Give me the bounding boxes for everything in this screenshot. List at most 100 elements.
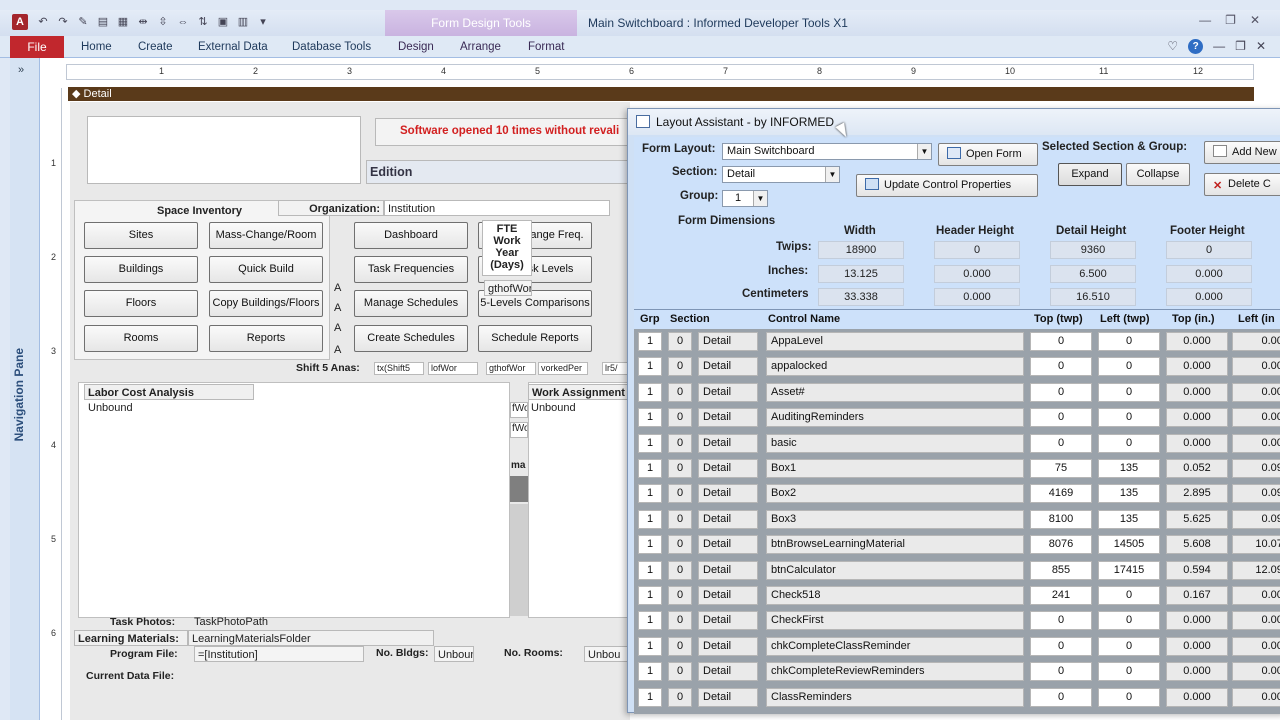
notice-label[interactable]: Software opened 10 times without revali	[375, 118, 630, 146]
labor-cost-label[interactable]: Labor Cost Analysis	[84, 384, 254, 400]
row-grp-field[interactable]: 1	[638, 433, 662, 453]
access-app-icon[interactable]: A	[12, 14, 28, 30]
row-top-twips-field[interactable]: 0	[1030, 408, 1092, 428]
shift-field[interactable]: lr5/	[602, 362, 630, 375]
row-left-twips-field[interactable]: 0	[1098, 408, 1160, 428]
floors-button[interactable]: Floors	[84, 290, 198, 317]
row-left-twips-field[interactable]: 135	[1098, 484, 1160, 504]
labor-cost-value[interactable]: Unbound	[88, 402, 133, 414]
work-assignment-label[interactable]: Work Assignment	[528, 384, 630, 400]
row-left-twips-field[interactable]: 0	[1098, 586, 1160, 605]
tab-database-tools[interactable]: Database Tools	[292, 36, 371, 58]
grid-row[interactable]: 10DetailCheckFirst000.0000.000	[634, 608, 1280, 633]
sites-button[interactable]: Sites	[84, 222, 198, 249]
minimize-ribbon-icon[interactable]: ♡	[1167, 39, 1178, 54]
group-combo[interactable]: 1 ▼	[722, 190, 768, 207]
form-icon[interactable]: ▤	[96, 15, 110, 29]
grid-row[interactable]: 10DetailClassReminders000.0000.000	[634, 685, 1280, 710]
redo-icon[interactable]: ↷	[56, 15, 70, 29]
update-control-properties-button[interactable]: Update Control Properties	[856, 174, 1038, 197]
customize-qat-icon[interactable]: ▾	[256, 15, 270, 29]
layout-icon[interactable]: ▣	[216, 15, 230, 29]
report-icon[interactable]: ▥	[236, 15, 250, 29]
row-left-twips-field[interactable]: 0	[1098, 687, 1160, 707]
datasheet-icon[interactable]: ▦	[116, 15, 130, 29]
row-grp-field[interactable]: 1	[638, 332, 662, 351]
delete-button[interactable]: ✕ Delete C	[1204, 173, 1280, 196]
buildings-button[interactable]: Buildings	[84, 256, 198, 283]
row-grp-field[interactable]: 1	[638, 611, 662, 631]
schedule-reports-button[interactable]: Schedule Reports	[478, 325, 592, 352]
side-tag[interactable]: fWo	[510, 422, 528, 438]
row-left-twips-field[interactable]: 135	[1098, 509, 1160, 529]
format-painter-icon[interactable]: ✎	[76, 15, 90, 29]
row-grp-field[interactable]: 1	[638, 484, 662, 504]
create-schedules-button[interactable]: Create Schedules	[354, 325, 468, 352]
row-grp-field[interactable]: 1	[638, 560, 662, 580]
organization-label[interactable]: Organization:	[278, 200, 384, 216]
organization-field[interactable]: Institution	[384, 200, 610, 216]
chevron-down-icon[interactable]: ▼	[753, 191, 767, 206]
row-top-twips-field[interactable]: 4169	[1030, 484, 1092, 504]
task-photos-field[interactable]: TaskPhotoPath	[194, 616, 268, 628]
row-grp-field[interactable]: 1	[638, 382, 662, 402]
shift-field[interactable]: tx(Shift5	[374, 362, 424, 375]
learning-materials-field[interactable]: LearningMaterialsFolder	[188, 630, 434, 646]
grid-row[interactable]: 1 0 Detail chkCompleteClassReminder 0 0 0.000 0…	[634, 634, 1280, 659]
row-left-twips-field[interactable]: 0	[1098, 611, 1160, 631]
row-left-twips-field[interactable]: 0	[1098, 636, 1160, 656]
undo-icon[interactable]: ↶	[36, 15, 50, 29]
row-top-twips-field[interactable]: 0	[1030, 662, 1092, 682]
row-top-twips-field[interactable]: 0	[1030, 382, 1092, 402]
row-grp-field[interactable]: 1	[638, 687, 662, 707]
row-top-twips-field[interactable]: 0	[1030, 433, 1092, 453]
grid-row[interactable]: 1 0 Detail btnBrowseLearningMaterial 8076 145…	[634, 532, 1280, 557]
row-grp-field[interactable]: 1	[638, 509, 662, 529]
chevron-down-icon[interactable]: ▼	[917, 144, 931, 159]
no-bldgs-label[interactable]: No. Bldgs:	[376, 647, 429, 659]
no-rooms-label[interactable]: No. Rooms:	[504, 647, 563, 659]
tab-home[interactable]: Home	[81, 36, 112, 58]
navigation-pane-label[interactable]: Navigation Pane	[12, 348, 26, 441]
program-file-label[interactable]: Program File:	[110, 648, 178, 660]
mass-change-room-button[interactable]: Mass-Change/Room	[209, 222, 323, 249]
quick-build-button[interactable]: Quick Build	[209, 256, 323, 283]
grid-row[interactable]: 10 Detail Box1 75 135 0.0520.094	[634, 456, 1280, 481]
grid-row[interactable]: 10DetailAsset#000.0000.000	[634, 380, 1280, 405]
navigation-pane[interactable]: » Navigation Pane	[10, 58, 40, 720]
grid-row[interactable]: 10 Detail btnCalculator 855 17415 0.59412.094	[634, 558, 1280, 583]
form-layout-combo[interactable]: Main Switchboard ▼	[722, 143, 932, 160]
task-photos-label[interactable]: Task Photos:	[110, 616, 175, 628]
row-top-twips-field[interactable]: 8076	[1030, 535, 1092, 555]
no-rooms-field[interactable]: Unbou	[584, 646, 630, 662]
row-left-twips-field[interactable]: 0	[1098, 382, 1160, 402]
row-left-twips-field[interactable]: 135	[1098, 459, 1160, 478]
layout-assistant-title-bar[interactable]: Layout Assistant - by INFORMED	[628, 109, 1280, 135]
fte-overlay-field[interactable]: gthofWor	[484, 280, 532, 296]
chevron-down-icon[interactable]: ▼	[825, 167, 839, 182]
file-tab[interactable]: File	[10, 36, 64, 58]
tab-create[interactable]: Create	[138, 36, 173, 58]
row-grp-field[interactable]: 1	[638, 459, 662, 478]
grid-row[interactable]: 10Detailbasic000.0000.000	[634, 431, 1280, 456]
program-file-field[interactable]: =[Institution]	[194, 646, 364, 662]
expand-button[interactable]: Expand	[1058, 163, 1122, 186]
spacing-icon[interactable]: ⇔	[176, 15, 190, 29]
doc-minimize-icon[interactable]: —	[1213, 39, 1225, 54]
row-top-twips-field[interactable]: 0	[1030, 636, 1092, 656]
edition-label[interactable]: Edition	[366, 160, 630, 184]
space-inventory-label[interactable]: Space Inventory	[157, 205, 242, 217]
grid-row[interactable]: 1 0 Detail chkCompleteReviewReminders 0 0 0.00…	[634, 659, 1280, 684]
reports-button[interactable]: Reports	[209, 325, 323, 352]
row-grp-field[interactable]: 1	[638, 662, 662, 682]
side-tag[interactable]: fWo	[510, 402, 528, 418]
help-icon[interactable]: ?	[1188, 39, 1204, 54]
row-left-twips-field[interactable]: 0	[1098, 332, 1160, 351]
row-top-twips-field[interactable]: 0	[1030, 687, 1092, 707]
tab-format[interactable]: Format	[528, 36, 564, 58]
rooms-button[interactable]: Rooms	[84, 325, 198, 352]
task-frequencies-button[interactable]: Task Frequencies	[354, 256, 468, 283]
tab-design[interactable]: Design	[398, 36, 434, 58]
grid-row[interactable]: 10Detailappalocked000.0000.000	[634, 354, 1280, 379]
logo-box[interactable]	[87, 116, 361, 184]
